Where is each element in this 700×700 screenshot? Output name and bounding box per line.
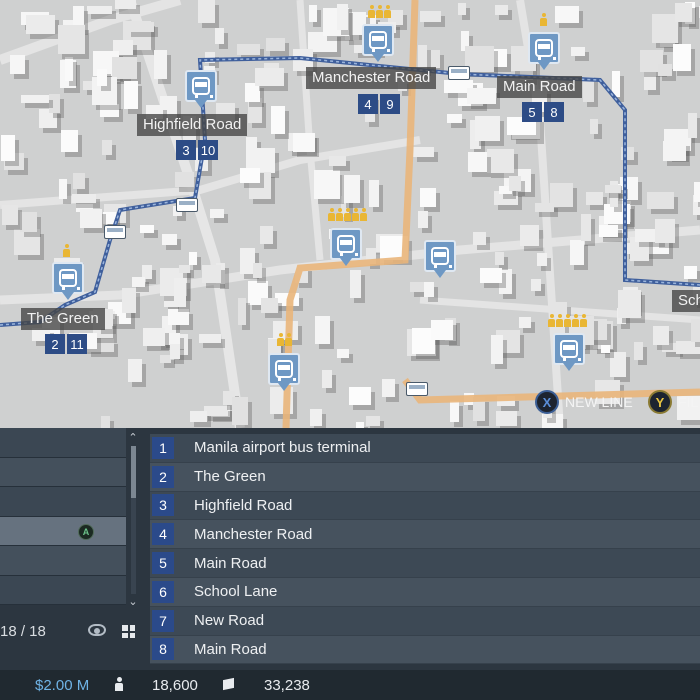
line-badge[interactable]: 4 [358, 94, 378, 114]
bus-vehicle-icon[interactable] [406, 382, 428, 396]
stop-list-item[interactable]: 4 Manchester Road [150, 520, 700, 550]
stop-lines-highfield-road: 3 10 [176, 140, 218, 160]
bus-vehicle-icon[interactable] [104, 225, 126, 239]
stop-name: Highfield Road [194, 496, 293, 514]
stop-name: New Road [194, 612, 265, 630]
waiting-passengers-icon [63, 244, 70, 257]
stop-number-badge: 7 [152, 609, 174, 632]
line-badge[interactable]: 10 [198, 140, 218, 160]
stop-label-school-lane-partial[interactable]: Sch [672, 290, 700, 312]
new-line-hint[interactable]: X NEW LINE [535, 390, 633, 414]
stop-list-item[interactable]: 3 Highfield Road [150, 491, 700, 521]
stop-name: Manchester Road [194, 525, 313, 543]
stop-name: The Green [194, 468, 266, 486]
stop-lines-main-road: 5 8 [522, 102, 564, 122]
stop-list: 1 Manila airport bus terminal 2 The Green 3 H… [150, 434, 700, 670]
bus-stop-icon[interactable] [268, 353, 300, 393]
line-badge[interactable]: 8 [544, 102, 564, 122]
stop-number-badge: 4 [152, 523, 174, 546]
filter-hint[interactable]: Y FIL [648, 390, 698, 414]
line-badge[interactable]: 11 [67, 334, 87, 354]
line-list-item[interactable] [0, 487, 126, 517]
waiting-passengers-icon [548, 314, 587, 327]
line-badge[interactable]: 5 [522, 102, 542, 122]
stop-list-item[interactable]: 5 Main Road [150, 549, 700, 578]
waiting-passengers-icon [540, 13, 547, 26]
bus-vehicle-icon[interactable] [448, 66, 470, 80]
line-badge[interactable]: 2 [45, 334, 65, 354]
line-count-row: 18 / 18 [0, 617, 140, 647]
population-display: 18,600 [152, 677, 198, 694]
line-list-item[interactable] [0, 457, 126, 487]
line-list-item[interactable] [0, 546, 126, 576]
scroll-thumb[interactable] [130, 446, 136, 498]
stop-number-badge: 2 [152, 465, 174, 488]
y-button-icon: Y [648, 390, 672, 414]
stop-list-item[interactable]: 8 Main Road [150, 635, 700, 665]
cargo-icon [222, 677, 236, 691]
scroll-up-icon[interactable]: ⌃ [126, 432, 140, 444]
filter-label: FIL [678, 394, 699, 410]
grid-view-icon[interactable] [122, 625, 135, 638]
stop-name: Main Road [194, 640, 267, 658]
bus-stop-icon[interactable] [528, 32, 560, 72]
waiting-passengers-icon [277, 333, 292, 346]
stop-list-item[interactable]: 1 Manila airport bus terminal [150, 434, 700, 463]
line-list-scrollbar[interactable]: ⌃ ⌄ [126, 432, 140, 610]
a-button-icon: A [78, 523, 94, 540]
bus-stop-icon[interactable] [553, 333, 585, 373]
scroll-track[interactable] [130, 446, 136, 594]
population-icon [114, 677, 124, 691]
bus-stop-icon[interactable] [185, 70, 217, 110]
stop-label-the-green[interactable]: The Green [21, 308, 105, 330]
stop-number-badge: 5 [152, 552, 174, 575]
line-count: 18 / 18 [0, 623, 46, 640]
stop-label-highfield-road[interactable]: Highfield Road [137, 114, 248, 136]
stop-name: Main Road [194, 554, 267, 572]
cargo-display: 33,238 [264, 677, 310, 694]
waiting-passengers-icon [328, 208, 367, 221]
city-map[interactable]: Highfield Road 3 10 Manchester Road 4 9 … [0, 0, 700, 428]
line-badge[interactable]: 9 [380, 94, 400, 114]
stop-list-item[interactable]: 2 The Green [150, 462, 700, 492]
stop-list-item[interactable]: 7 New Road [150, 606, 700, 636]
bus-stop-icon[interactable] [362, 24, 394, 64]
status-bar: $2.00 M 18,600 33,238 [0, 670, 700, 700]
money-display: $2.00 M [35, 677, 90, 694]
line-list: A [0, 428, 126, 606]
bus-stop-icon[interactable] [424, 240, 456, 280]
stop-list-item[interactable]: 6 School Lane [150, 577, 700, 607]
line-list-item[interactable] [0, 428, 126, 458]
waiting-passengers-icon [368, 5, 391, 18]
x-button-icon: X [535, 390, 559, 414]
bus-vehicle-icon[interactable] [176, 198, 198, 212]
stop-number-badge: 3 [152, 494, 174, 517]
line-list-item-selected[interactable]: A [0, 516, 126, 546]
stop-label-main-road[interactable]: Main Road [497, 76, 582, 98]
stop-lines-the-green: 2 11 [45, 334, 87, 354]
eye-icon[interactable] [88, 624, 106, 636]
stop-label-manchester-road[interactable]: Manchester Road [306, 67, 437, 89]
stop-lines-manchester-road: 4 9 [358, 94, 400, 114]
bus-stop-icon[interactable] [330, 228, 362, 268]
line-badge[interactable]: 3 [176, 140, 196, 160]
line-list-item[interactable] [0, 575, 126, 605]
stop-name: Manila airport bus terminal [194, 439, 371, 457]
stop-number-badge: 8 [152, 638, 174, 661]
bus-stop-icon[interactable] [52, 262, 84, 302]
scroll-down-icon[interactable]: ⌄ [126, 596, 140, 608]
stop-name: School Lane [194, 583, 278, 601]
line-panel: A ⌃ ⌄ 18 / 18 1 Manila airport bus termin… [0, 428, 700, 670]
stop-number-badge: 1 [152, 436, 174, 459]
new-line-label: NEW LINE [565, 394, 633, 410]
stop-number-badge: 6 [152, 580, 174, 603]
